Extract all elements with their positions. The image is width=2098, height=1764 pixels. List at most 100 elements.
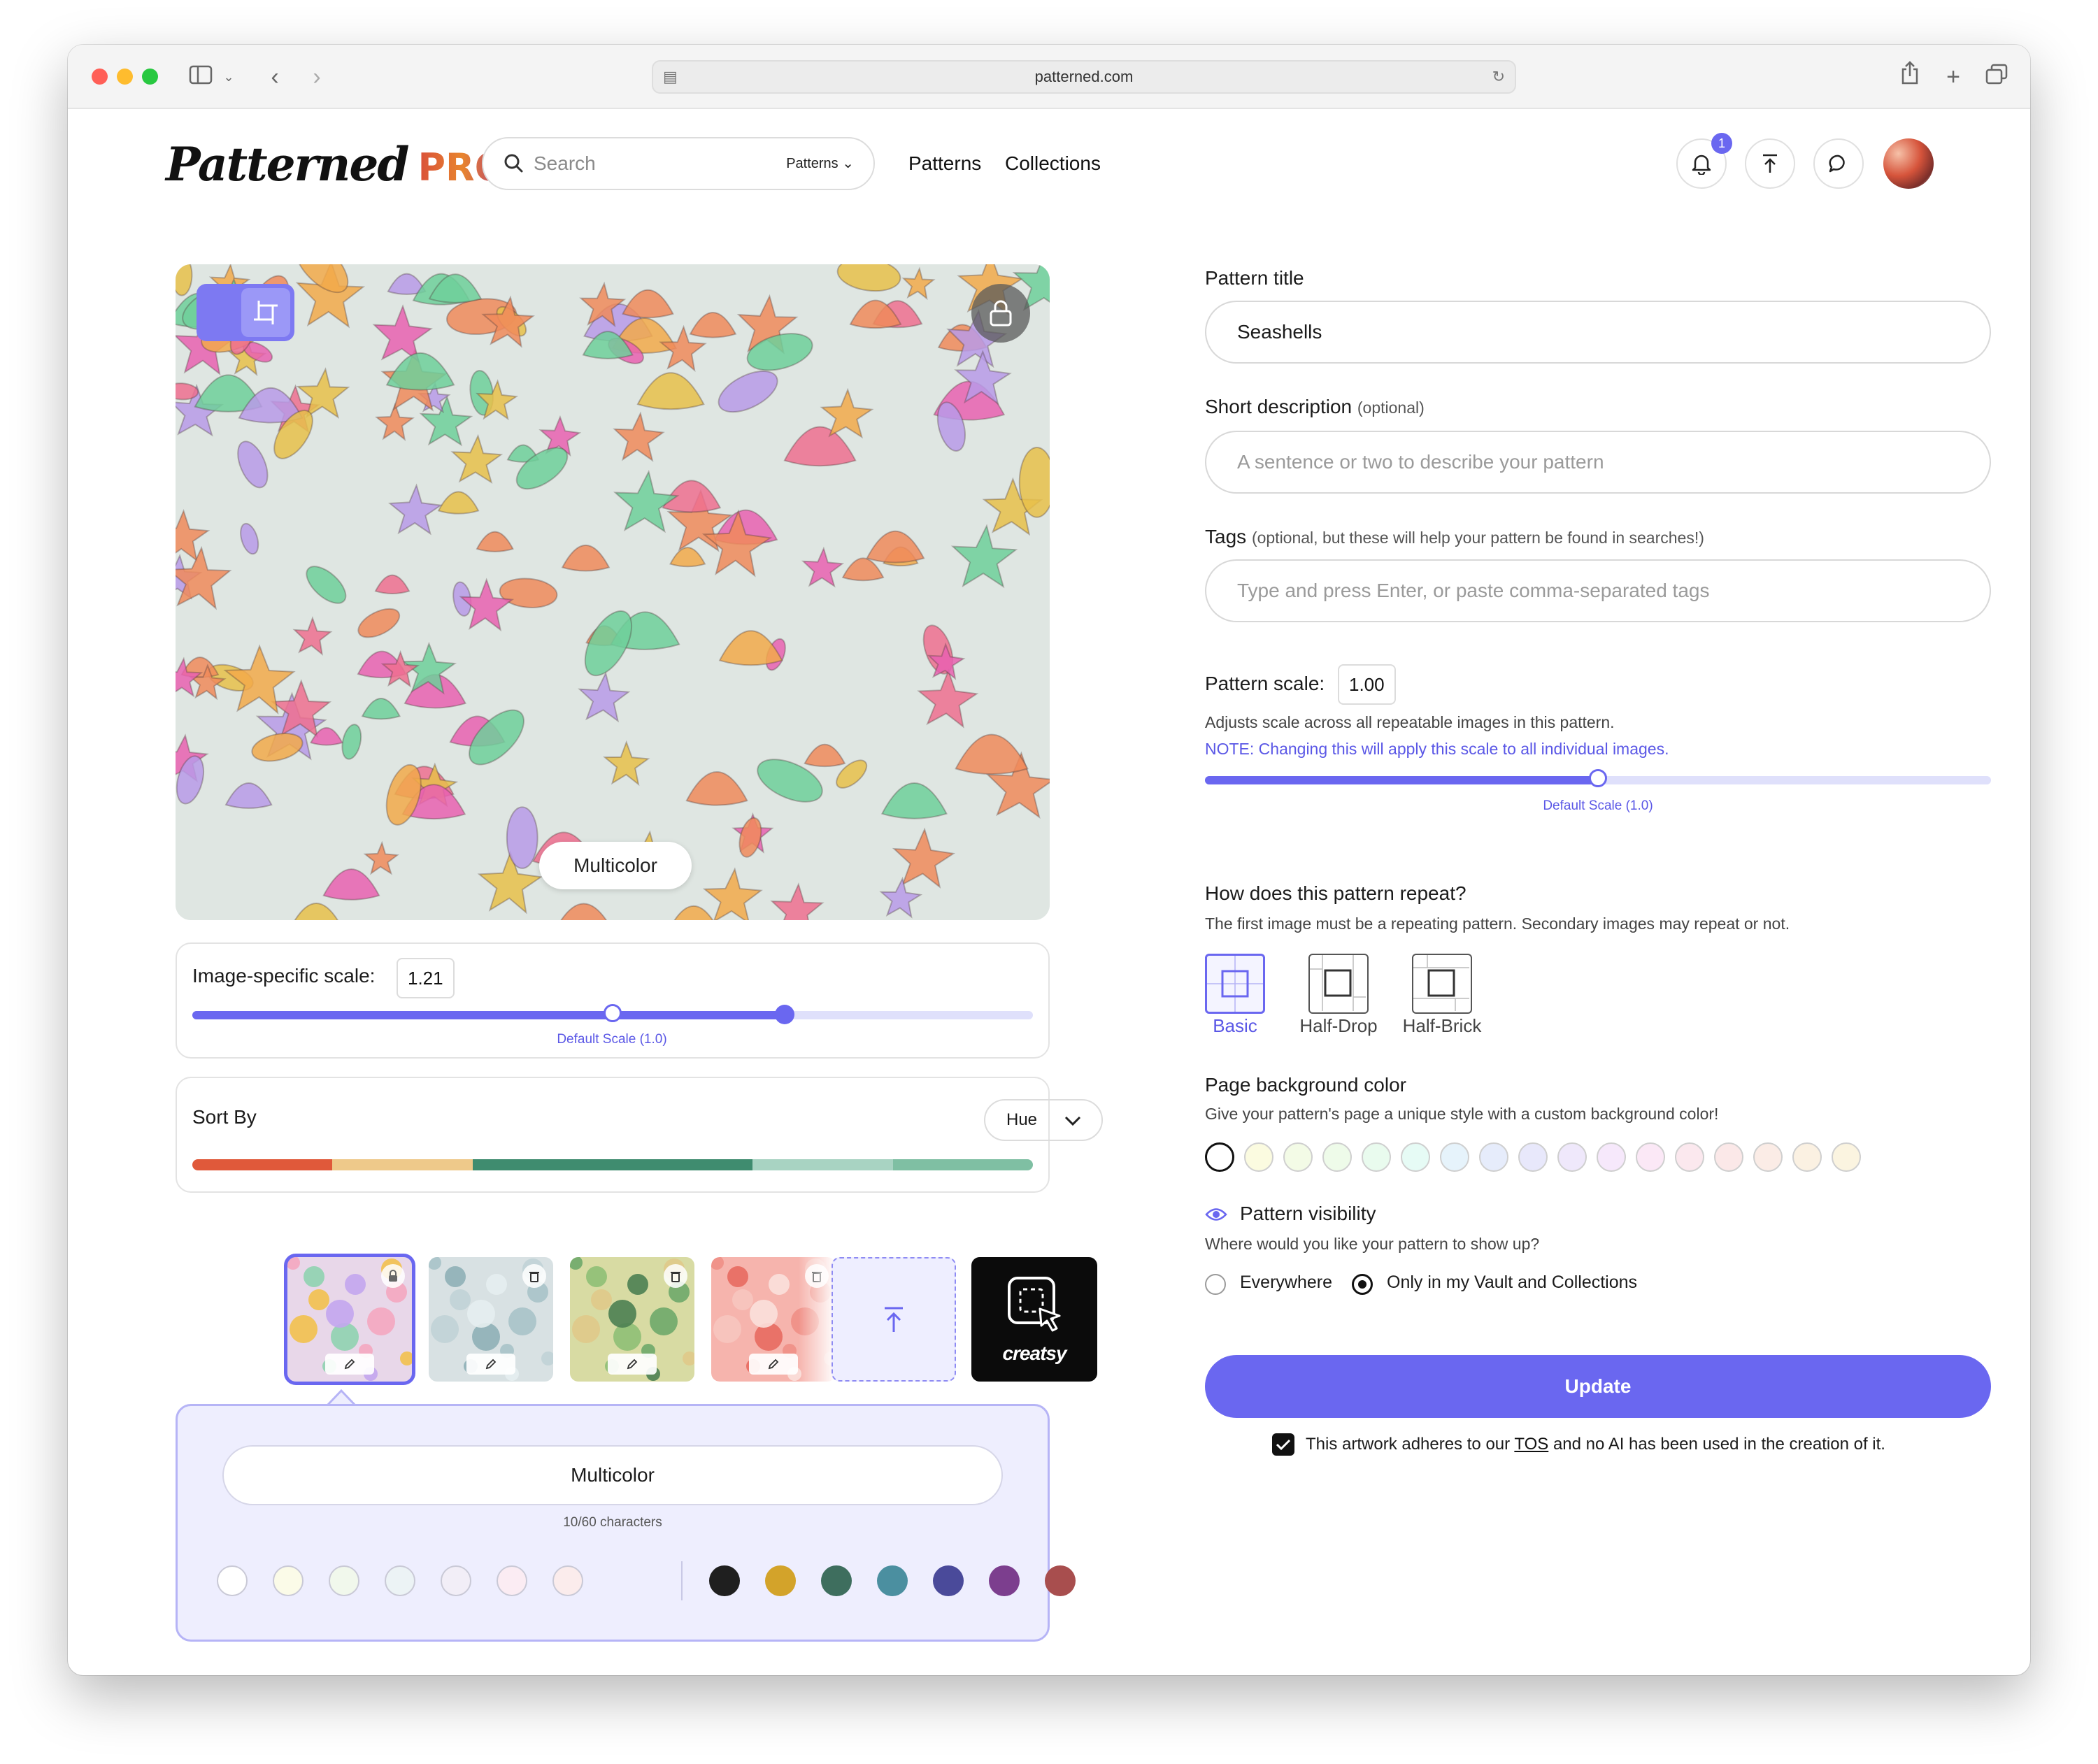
light-swatch[interactable] [273, 1565, 304, 1596]
sort-selected-value: Hue [1006, 1110, 1038, 1129]
close-window-button[interactable] [92, 69, 108, 85]
delete-icon[interactable] [664, 1264, 687, 1288]
share-icon[interactable] [1896, 60, 1924, 94]
background-color-swatch[interactable] [1636, 1142, 1665, 1172]
sort-by-label: Sort By [192, 1106, 257, 1128]
background-color-swatch[interactable] [1244, 1142, 1273, 1172]
search-bar[interactable]: Search Patterns ⌄ [482, 137, 875, 190]
repeat-basic-label: Basic [1213, 1015, 1257, 1036]
edit-colorway-button[interactable] [608, 1354, 657, 1375]
light-swatch[interactable] [385, 1565, 415, 1596]
background-color-swatch[interactable] [1832, 1142, 1861, 1172]
zoom-window-button[interactable] [142, 69, 158, 85]
background-color-swatch[interactable] [1283, 1142, 1313, 1172]
crop-button[interactable] [197, 284, 294, 341]
image-scale-slider-handle[interactable] [775, 1005, 795, 1024]
visibility-vault-radio[interactable] [1352, 1274, 1373, 1295]
background-color-swatch[interactable] [1362, 1142, 1391, 1172]
pattern-scale-input[interactable]: 1.00 [1338, 664, 1396, 705]
sidebar-icon[interactable] [187, 60, 215, 94]
edit-colorway-button[interactable] [325, 1354, 374, 1375]
new-tab-icon[interactable]: + [1939, 60, 1967, 94]
repeat-half-drop-option[interactable] [1308, 954, 1369, 1014]
thumb-grey[interactable] [429, 1257, 553, 1382]
dark-swatch[interactable] [765, 1565, 796, 1596]
tags-input[interactable]: Type and press Enter, or paste comma-sep… [1205, 559, 1991, 622]
upload-colorway-button[interactable] [832, 1257, 956, 1382]
patterned-pro-logo[interactable]: Patterned PRO [166, 137, 507, 193]
light-swatch[interactable] [552, 1565, 583, 1596]
sort-dropdown[interactable]: Hue [984, 1099, 1103, 1141]
background-color-swatch[interactable] [1557, 1142, 1587, 1172]
browser-window: ⌄ ‹ › ▤ patterned.com ↻ + Patterned PRO S… [68, 45, 2030, 1675]
dark-swatch[interactable] [1045, 1565, 1076, 1596]
eye-icon [1205, 1208, 1227, 1221]
visibility-everywhere-label[interactable]: Everywhere [1240, 1272, 1332, 1293]
tabs-overview-icon[interactable] [1983, 60, 2011, 94]
search-input[interactable]: Search [534, 138, 596, 189]
dark-swatch[interactable] [933, 1565, 964, 1596]
background-color-swatch[interactable] [1205, 1142, 1234, 1172]
pattern-title-input[interactable]: Seashells [1205, 301, 1991, 364]
image-scale-slider[interactable] [192, 1004, 1033, 1024]
tos-checkbox[interactable] [1272, 1433, 1294, 1456]
visibility-vault-label[interactable]: Only in my Vault and Collections [1387, 1272, 1637, 1293]
background-color-swatch[interactable] [1322, 1142, 1352, 1172]
background-color-swatch[interactable] [1792, 1142, 1822, 1172]
thumb-multicolor[interactable] [284, 1254, 415, 1385]
edit-colorway-button[interactable] [466, 1354, 515, 1375]
colorway-pill[interactable]: Multicolor [539, 842, 692, 889]
background-color-swatch[interactable] [1597, 1142, 1626, 1172]
creatsy-label: creatsy [1002, 1342, 1066, 1364]
repeat-half-drop-label: Half-Drop [1299, 1015, 1378, 1036]
upload-button[interactable] [1745, 138, 1795, 189]
tos-link[interactable]: TOS [1514, 1435, 1548, 1454]
delete-icon[interactable] [522, 1264, 546, 1288]
minimize-window-button[interactable] [117, 69, 133, 85]
edit-colorway-button[interactable] [749, 1354, 798, 1375]
visibility-everywhere-radio[interactable] [1205, 1274, 1226, 1295]
light-swatch[interactable] [497, 1565, 527, 1596]
light-swatch[interactable] [441, 1565, 471, 1596]
reload-icon[interactable]: ↻ [1492, 62, 1505, 92]
pattern-scale-slider[interactable] [1205, 769, 1991, 787]
address-bar[interactable]: ▤ patterned.com ↻ [652, 60, 1516, 94]
dark-swatch[interactable] [877, 1565, 908, 1596]
pattern-scale-help: Adjusts scale across all repeatable imag… [1205, 713, 1615, 731]
nav-collections[interactable]: Collections [1005, 137, 1101, 190]
chevron-down-icon[interactable]: ⌄ [220, 60, 237, 94]
forward-icon[interactable]: › [303, 60, 331, 94]
colorway-name-input[interactable]: Multicolor [222, 1445, 1003, 1505]
background-color-swatch[interactable] [1753, 1142, 1783, 1172]
dark-swatch[interactable] [989, 1565, 1020, 1596]
background-color-swatch[interactable] [1401, 1142, 1430, 1172]
avatar[interactable] [1883, 138, 1934, 189]
background-color-swatch[interactable] [1518, 1142, 1548, 1172]
background-color-swatch[interactable] [1714, 1142, 1743, 1172]
thumb-coral[interactable] [711, 1257, 836, 1382]
dark-swatch[interactable] [821, 1565, 852, 1596]
basic-repeat-icon [1207, 956, 1263, 1012]
background-color-swatch[interactable] [1440, 1142, 1469, 1172]
light-swatch[interactable] [329, 1565, 359, 1596]
lock-button[interactable] [971, 284, 1030, 343]
back-icon[interactable]: ‹ [261, 60, 289, 94]
image-scale-card: Image-specific scale: 1.21 Default Scale… [176, 942, 1050, 1059]
creatsy-button[interactable]: creatsy [971, 1257, 1097, 1382]
upload-icon [1763, 154, 1777, 173]
light-swatch[interactable] [217, 1565, 248, 1596]
thumb-green[interactable] [570, 1257, 694, 1382]
messages-button[interactable] [1813, 138, 1864, 189]
repeat-half-brick-option[interactable] [1412, 954, 1472, 1014]
repeat-basic-option[interactable] [1205, 954, 1265, 1014]
background-color-swatch[interactable] [1479, 1142, 1508, 1172]
pattern-scale-slider-handle[interactable] [1589, 769, 1607, 787]
background-color-swatch[interactable] [1675, 1142, 1704, 1172]
short-description-input[interactable]: A sentence or two to describe your patte… [1205, 431, 1991, 494]
dark-swatch[interactable] [709, 1565, 740, 1596]
update-button[interactable]: Update [1205, 1355, 1991, 1418]
image-scale-input[interactable]: 1.21 [397, 958, 455, 998]
delete-icon[interactable] [805, 1264, 829, 1288]
nav-patterns[interactable]: Patterns [908, 137, 981, 190]
search-scope-dropdown[interactable]: Patterns ⌄ [786, 138, 854, 189]
